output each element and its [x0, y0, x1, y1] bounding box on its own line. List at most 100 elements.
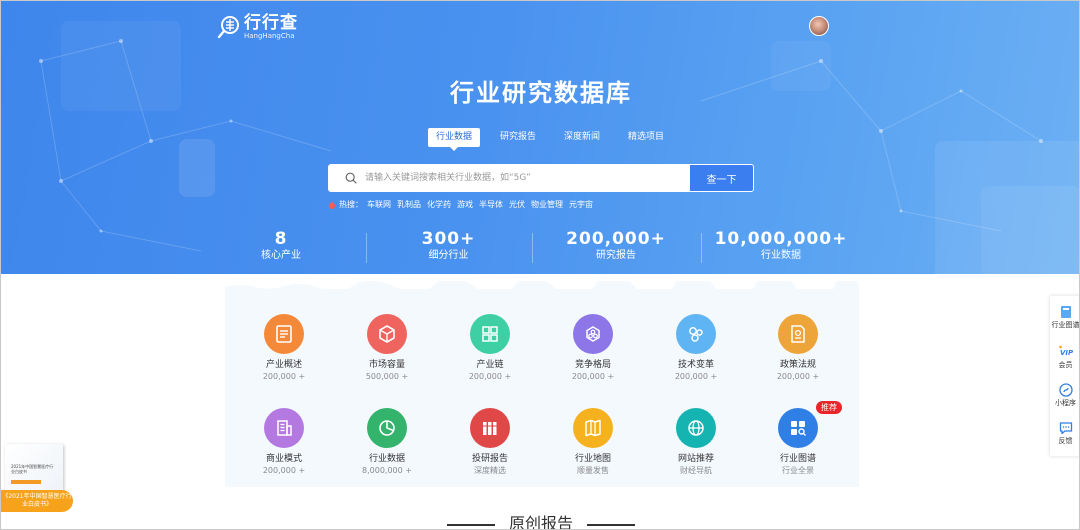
whitepaper-label: 《2021年中国智慧医疗行业白皮书》	[1, 490, 73, 512]
search-input[interactable]	[365, 165, 689, 191]
graph-search-icon: 推荐	[778, 401, 842, 448]
category-count: 200,000 +	[468, 372, 512, 381]
hot-item[interactable]: 光伏	[509, 199, 525, 210]
category-industry-overview[interactable]: 产业概述 200,000 +	[244, 314, 324, 382]
category-name: 政策法规	[779, 360, 816, 370]
stat-industry-data: 10,000,000+ 行业数据	[711, 229, 851, 263]
tab-selected-projects[interactable]: 精选项目	[620, 128, 672, 147]
category-market-capacity[interactable]: 市场容量 500,000 +	[347, 314, 427, 382]
stat-label: 研究报告	[596, 250, 636, 261]
floating-sidebar: 行业图谱 VIP 会员 小程序 反馈	[1050, 296, 1080, 456]
search-button[interactable]: 查一下	[689, 165, 753, 191]
stat-label: 行业数据	[761, 250, 801, 261]
stat-divider	[366, 233, 367, 263]
brand-name: 行行查 HangHangCha	[244, 14, 298, 40]
pie-chart-icon	[367, 408, 407, 448]
category-name: 行业图谱	[779, 454, 816, 464]
category-website-recommend[interactable]: 网站推荐 财经导航	[656, 408, 736, 476]
hot-item[interactable]: 乳制品	[397, 199, 421, 210]
category-count: 顺量发售	[577, 466, 609, 475]
category-industry-graph[interactable]: 推荐 行业图谱 行业全景	[758, 401, 842, 476]
search-tabs: 行业数据 研究报告 深度新闻 精选项目	[428, 128, 684, 151]
cover-accent-bar	[11, 480, 41, 484]
mini-program-icon	[1058, 382, 1073, 397]
recommend-badge: 推荐	[816, 401, 842, 414]
category-name: 商业模式	[265, 454, 302, 464]
brand-name-cn: 行行查	[244, 13, 298, 33]
title-dash-left	[446, 523, 495, 526]
hot-label: 热搜：	[339, 200, 363, 209]
category-name: 网站推荐	[677, 454, 714, 464]
hot-item[interactable]: 游戏	[457, 199, 473, 210]
sidebar-item-industry-graph[interactable]: 行业图谱	[1050, 304, 1080, 330]
stats-bar: 8 核心产业 300+ 细分行业 200,000+ 研究报告 10,000,00…	[201, 229, 881, 269]
document-icon	[264, 314, 304, 354]
category-name: 市场容量	[368, 360, 405, 370]
category-research-reports[interactable]: 投研报告 深度精选	[450, 408, 530, 476]
user-avatar[interactable]	[809, 16, 829, 36]
tab-research-report[interactable]: 研究报告	[492, 128, 544, 147]
grid-icon	[470, 314, 510, 354]
stat-core-industries: 8 核心产业	[241, 229, 321, 263]
page: 行行查 HangHangCha 行业研究数据库 行业数据 研究报告 深度新闻 精…	[0, 0, 1080, 530]
whitepaper-cover-title: 2021年中国智慧医疗行业白皮书	[11, 464, 54, 474]
vip-mark: VIP	[1060, 349, 1073, 357]
sidebar-label: 反馈	[1058, 437, 1073, 445]
tab-deep-news[interactable]: 深度新闻	[556, 128, 608, 147]
category-name: 竞争格局	[574, 360, 611, 370]
fire-icon	[328, 200, 336, 209]
category-count: 200,000 +	[262, 372, 306, 381]
search-bar: 查一下	[328, 164, 754, 192]
title-dash-right	[587, 523, 635, 526]
category-tech-change[interactable]: 技术变革 200,000 +	[656, 314, 736, 382]
whitepaper-promo[interactable]: 2021年中国智慧医疗行业白皮书 《2021年中国智慧医疗行业白皮书》	[1, 444, 73, 512]
hot-item[interactable]: 化学药	[427, 199, 451, 210]
category-count: 行业全景	[782, 466, 814, 475]
stat-divider	[532, 233, 533, 263]
section-title: 原创报告	[1, 510, 1079, 530]
category-industry-map[interactable]: 行业地图 顺量发售	[553, 408, 633, 476]
map-icon	[573, 408, 613, 448]
search-icon	[337, 165, 365, 191]
stat-label: 细分行业	[428, 250, 469, 261]
hexagon-icon	[573, 314, 613, 354]
magnifier-logo-icon	[217, 15, 241, 39]
stat-divider	[701, 233, 702, 263]
section-title-text: 原创报告	[508, 514, 573, 530]
category-competition[interactable]: 竞争格局 200,000 +	[553, 314, 633, 382]
category-industry-chain[interactable]: 产业链 200,000 +	[450, 314, 530, 382]
category-policy-regulation[interactable]: 政策法规 200,000 +	[758, 314, 838, 382]
sidebar-label: 行业图谱	[1051, 321, 1080, 329]
brand-logo[interactable]: 行行查 HangHangCha	[217, 14, 298, 40]
stat-number: 8	[274, 229, 288, 249]
sidebar-item-mini-program[interactable]: 小程序	[1050, 382, 1079, 408]
sidebar-item-feedback[interactable]: 反馈	[1050, 420, 1079, 446]
category-count: 200,000 +	[776, 372, 820, 381]
sidebar-item-vip[interactable]: VIP 会员	[1050, 344, 1079, 370]
stat-number: 10,000,000+	[714, 229, 848, 249]
category-count: 200,000 +	[571, 372, 615, 381]
stat-label: 核心产业	[261, 250, 301, 261]
category-count: 财经导航	[680, 466, 712, 475]
sidebar-label: 会员	[1058, 361, 1073, 369]
stat-number: 300+	[421, 229, 476, 249]
hot-item[interactable]: 元宇宙	[569, 199, 593, 210]
brand-name-en: HangHangCha	[244, 32, 295, 40]
category-business-model[interactable]: 商业模式 200,000 +	[244, 408, 324, 476]
building-icon	[264, 408, 304, 448]
hot-item[interactable]: 车联网	[367, 199, 391, 210]
chat-icon	[1059, 420, 1073, 435]
category-count: 200,000 +	[262, 466, 306, 475]
circles-icon	[676, 314, 716, 354]
certificate-icon	[778, 314, 818, 354]
category-industry-data[interactable]: 行业数据 8,000,000 +	[347, 408, 427, 476]
cube-icon	[367, 314, 407, 354]
globe-icon	[676, 408, 716, 448]
category-name: 产业链	[476, 360, 504, 370]
category-count: 8,000,000 +	[362, 466, 412, 475]
hot-item[interactable]: 物业管理	[531, 199, 563, 210]
tab-industry-data[interactable]: 行业数据	[428, 128, 481, 151]
hot-item[interactable]: 半导体	[479, 199, 503, 210]
vip-icon: VIP	[1058, 344, 1074, 358]
category-name: 技术变革	[677, 360, 714, 370]
